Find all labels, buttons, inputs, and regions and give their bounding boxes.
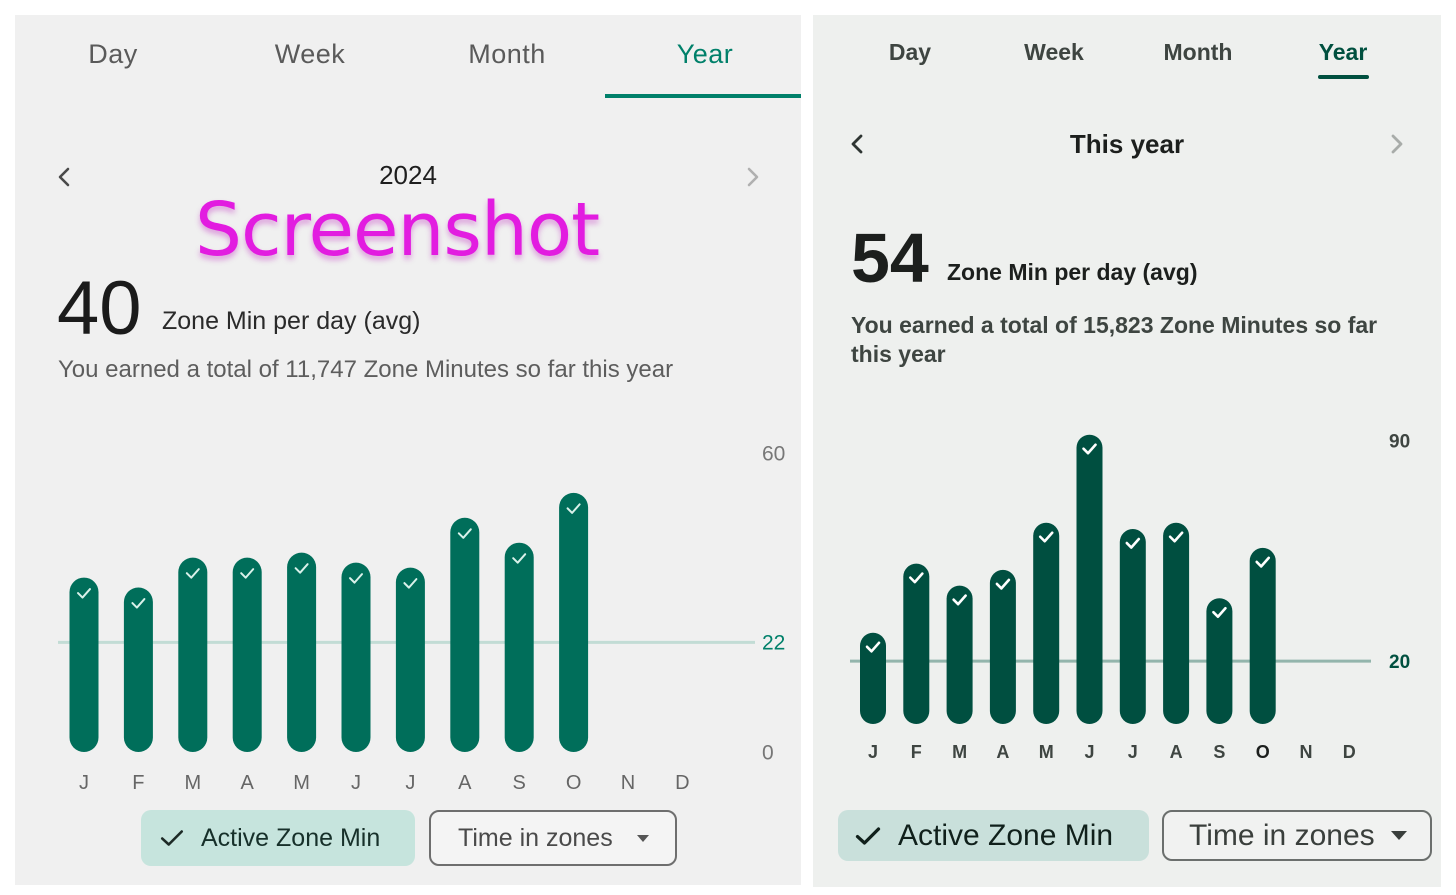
x-tick-label: F bbox=[911, 742, 922, 762]
x-tick-label: J bbox=[868, 742, 878, 762]
bar[interactable] bbox=[1249, 547, 1276, 724]
x-tick-label: J bbox=[79, 772, 89, 794]
left-screenshot-panel: Day Week Month Year 2024 Screenshot 40 Z… bbox=[15, 15, 801, 885]
bar-2[interactable] bbox=[178, 557, 208, 752]
bar-9[interactable] bbox=[1249, 547, 1276, 724]
bar[interactable] bbox=[69, 577, 99, 752]
bar[interactable] bbox=[232, 557, 262, 752]
bar-6[interactable] bbox=[1119, 529, 1146, 724]
x-tick-label: A bbox=[458, 772, 472, 794]
x-tick-label: O bbox=[566, 772, 582, 794]
bar-3[interactable] bbox=[989, 569, 1016, 724]
check-icon bbox=[855, 826, 881, 845]
y-tick-label: 22 bbox=[762, 632, 785, 655]
bar-7[interactable] bbox=[1163, 522, 1190, 724]
active-zone-min-chip[interactable]: Active Zone Min bbox=[838, 810, 1149, 861]
time-in-zones-dropdown[interactable]: Time in zones bbox=[1162, 810, 1432, 861]
bar[interactable] bbox=[123, 587, 153, 752]
bar-1[interactable] bbox=[123, 587, 153, 752]
bar-0[interactable] bbox=[860, 632, 886, 724]
x-tick-label: N bbox=[621, 772, 635, 794]
x-tick-label: O bbox=[1256, 742, 1270, 762]
x-tick-label: A bbox=[241, 772, 255, 794]
bar-9[interactable] bbox=[559, 492, 589, 752]
active-zone-min-label: Active Zone Min bbox=[898, 818, 1114, 852]
x-tick-label: M bbox=[1039, 742, 1054, 762]
bar[interactable] bbox=[1206, 598, 1233, 724]
y-tick-label: 90 bbox=[1389, 432, 1410, 453]
bar[interactable] bbox=[1163, 522, 1190, 724]
bar-6[interactable] bbox=[395, 567, 425, 752]
zone-minutes-bar-chart: 20 90 J F M A M J J A S O N D bbox=[850, 432, 1410, 762]
bar[interactable] bbox=[341, 562, 371, 752]
bar[interactable] bbox=[178, 557, 208, 752]
bar-2[interactable] bbox=[946, 585, 973, 724]
check-icon bbox=[160, 830, 184, 846]
bar-8[interactable] bbox=[504, 542, 534, 752]
bar-5[interactable] bbox=[341, 562, 371, 752]
x-tick-label: S bbox=[513, 772, 526, 794]
x-tick-label: J bbox=[1084, 742, 1094, 762]
bar[interactable] bbox=[1076, 434, 1103, 724]
zone-minutes-bar-chart: 0 22 60 J F M A M J J A S O N D bbox=[58, 442, 785, 794]
y-tick-label: 20 bbox=[1389, 652, 1410, 673]
x-tick-label: J bbox=[1128, 742, 1138, 762]
bar[interactable] bbox=[1033, 522, 1060, 724]
bar-8[interactable] bbox=[1206, 598, 1233, 724]
x-tick-label: A bbox=[996, 742, 1009, 762]
x-tick-label: S bbox=[1213, 742, 1225, 762]
time-in-zones-label: Time in zones bbox=[458, 823, 613, 852]
bar[interactable] bbox=[559, 492, 589, 752]
dropdown-caret-icon bbox=[1390, 831, 1407, 840]
active-zone-min-chip[interactable]: Active Zone Min bbox=[141, 810, 415, 866]
bar[interactable] bbox=[860, 632, 886, 724]
bar[interactable] bbox=[1119, 529, 1146, 724]
dropdown-caret-icon bbox=[636, 834, 649, 842]
bar[interactable] bbox=[989, 569, 1016, 724]
bar[interactable] bbox=[903, 563, 930, 724]
bar[interactable] bbox=[395, 567, 425, 752]
bar-3[interactable] bbox=[232, 557, 262, 752]
x-tick-label: F bbox=[132, 772, 144, 794]
x-tick-label: M bbox=[184, 772, 201, 794]
bar-7[interactable] bbox=[450, 517, 480, 752]
x-tick-label: M bbox=[952, 742, 967, 762]
x-tick-label: D bbox=[1343, 742, 1356, 762]
bar[interactable] bbox=[287, 552, 317, 752]
bar-0[interactable] bbox=[69, 577, 99, 752]
active-zone-min-label: Active Zone Min bbox=[201, 823, 381, 852]
bar[interactable] bbox=[450, 517, 480, 752]
y-tick-label: 0 bbox=[762, 741, 774, 764]
bar[interactable] bbox=[946, 585, 973, 724]
x-tick-label: N bbox=[1300, 742, 1313, 762]
y-tick-label: 60 bbox=[762, 442, 785, 465]
bar-4[interactable] bbox=[287, 552, 317, 752]
bar-1[interactable] bbox=[903, 563, 930, 724]
bar-4[interactable] bbox=[1033, 522, 1060, 724]
bar[interactable] bbox=[504, 542, 534, 752]
time-in-zones-dropdown[interactable]: Time in zones bbox=[429, 810, 677, 866]
x-tick-label: D bbox=[675, 772, 689, 794]
x-tick-label: J bbox=[405, 772, 415, 794]
x-tick-label: A bbox=[1170, 742, 1183, 762]
right-screenshot-panel: Day Week Month Year This year 54 Zone Mi… bbox=[813, 15, 1441, 887]
time-in-zones-label: Time in zones bbox=[1189, 818, 1375, 852]
x-tick-label: M bbox=[293, 772, 310, 794]
x-tick-label: J bbox=[351, 772, 361, 794]
bar-5[interactable] bbox=[1076, 434, 1103, 724]
